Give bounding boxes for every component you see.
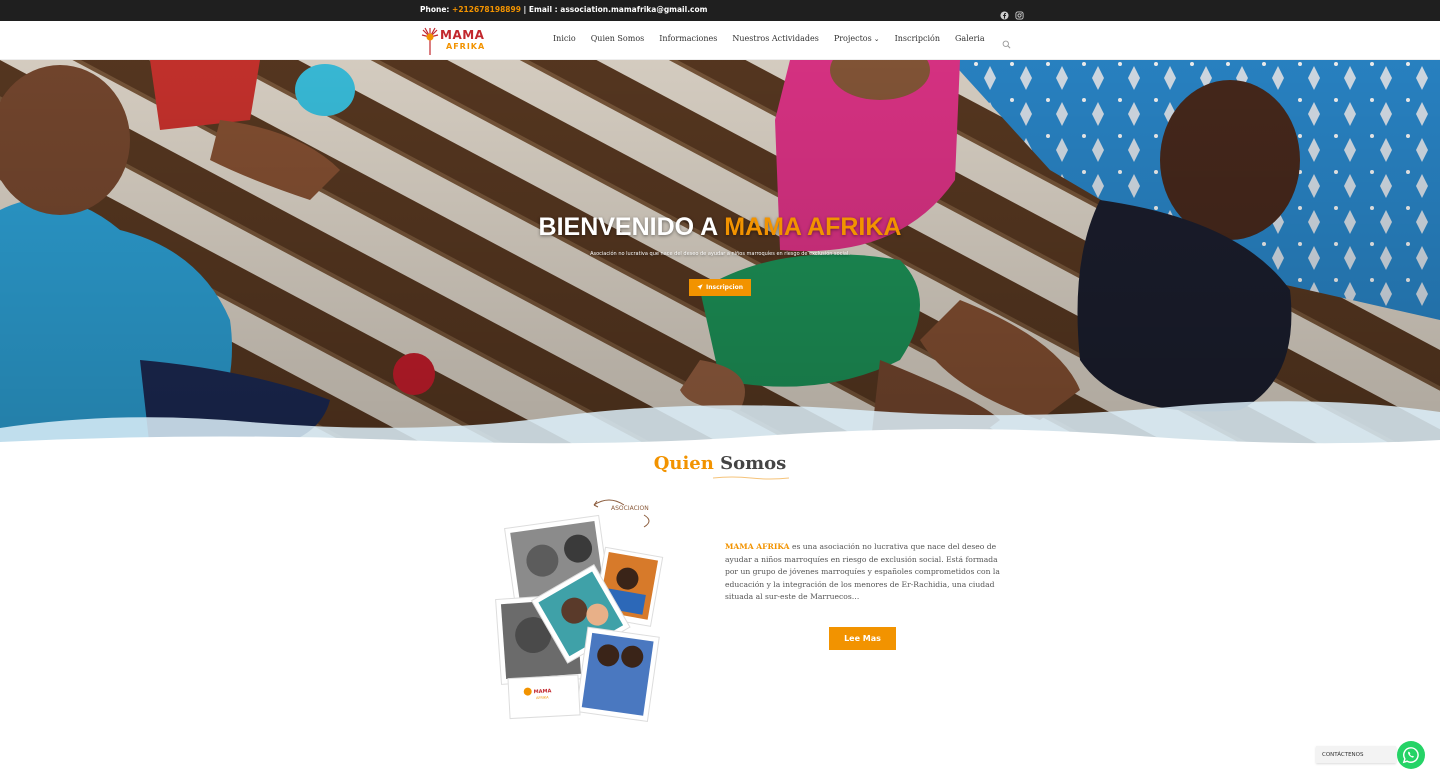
section-title-part2: Somos	[713, 453, 787, 474]
hero-title: BIENVENIDO A MAMA AFRIKA	[0, 213, 1440, 242]
photo-collage: ASOCIACION MAMA AFRIKA	[494, 497, 664, 727]
about-brand: MAMA AFRIKA	[725, 542, 790, 551]
top-bar: Phone: +212678198899 | Email : associati…	[0, 0, 1440, 21]
hero-subtitle: Asociación no lucrativa que nace del des…	[590, 251, 850, 257]
collage-logo-mama: MAMA	[534, 688, 552, 695]
inscripcion-button[interactable]: Inscripcion	[689, 279, 751, 296]
logo-text-mama: MAMA	[440, 28, 485, 42]
chevron-down-icon: ⌄	[873, 35, 880, 43]
facebook-icon[interactable]	[1000, 5, 1009, 20]
phone-link[interactable]: +212678198899	[452, 5, 521, 14]
nav-item-projectos[interactable]: Projectos ⌄	[834, 34, 880, 43]
search-icon[interactable]	[1002, 34, 1011, 49]
logo-tree-icon	[421, 27, 439, 55]
title-underline	[713, 476, 789, 480]
contact-info: Phone: +212678198899 | Email : associati…	[420, 5, 707, 14]
hero-title-part2: MAMA AFRIKA	[724, 213, 902, 241]
main-navigation: MAMA AFRIKA Inicio Quien Somos Informaci…	[0, 21, 1440, 60]
section-title-part1: Quien	[653, 453, 714, 474]
collage-logo-afrika: AFRIKA	[536, 695, 549, 700]
inscripcion-button-label: Inscripcion	[706, 284, 743, 291]
about-paragraph: MAMA AFRIKA es una asociación no lucrati…	[725, 541, 1000, 604]
nav-item-informaciones[interactable]: Informaciones	[659, 34, 717, 43]
site-logo[interactable]: MAMA AFRIKA	[420, 25, 486, 57]
phone-label: Phone:	[420, 5, 453, 14]
nav-item-quien-somos[interactable]: Quien Somos	[591, 34, 645, 43]
nav-item-inicio[interactable]: Inicio	[553, 34, 576, 43]
email-label: | Email :	[520, 5, 561, 14]
contact-label[interactable]: CONTÁCTENOS	[1316, 746, 1396, 763]
instagram-icon[interactable]	[1015, 5, 1024, 20]
lee-mas-button[interactable]: Lee Mas	[829, 627, 896, 650]
collage-label: ASOCIACION	[611, 505, 649, 512]
nav-item-inscripcion[interactable]: Inscripción	[895, 34, 940, 43]
paper-plane-icon	[697, 283, 703, 292]
nav-item-projectos-label: Projectos	[833, 34, 872, 43]
hero-banner: BIENVENIDO A MAMA AFRIKA Asociación no l…	[0, 60, 1440, 450]
email-link[interactable]: association.mamafrika@gmail.com	[560, 5, 707, 14]
section-title: Quien Somos	[0, 453, 1440, 474]
whatsapp-button[interactable]	[1397, 741, 1425, 769]
hero-title-part1: BIENVENIDO A	[538, 213, 725, 241]
social-links	[1000, 5, 1024, 20]
nav-item-actividades[interactable]: Nuestros Actividades	[732, 34, 818, 43]
nav-item-galeria[interactable]: Galeria	[955, 34, 985, 43]
collage-image: ASOCIACION MAMAAFRIKA	[495, 499, 664, 722]
nav-menu: Inicio Quien Somos Informaciones Nuestro…	[553, 34, 1011, 49]
logo-text-afrika: AFRIKA	[446, 42, 486, 51]
whatsapp-icon	[1402, 747, 1419, 764]
